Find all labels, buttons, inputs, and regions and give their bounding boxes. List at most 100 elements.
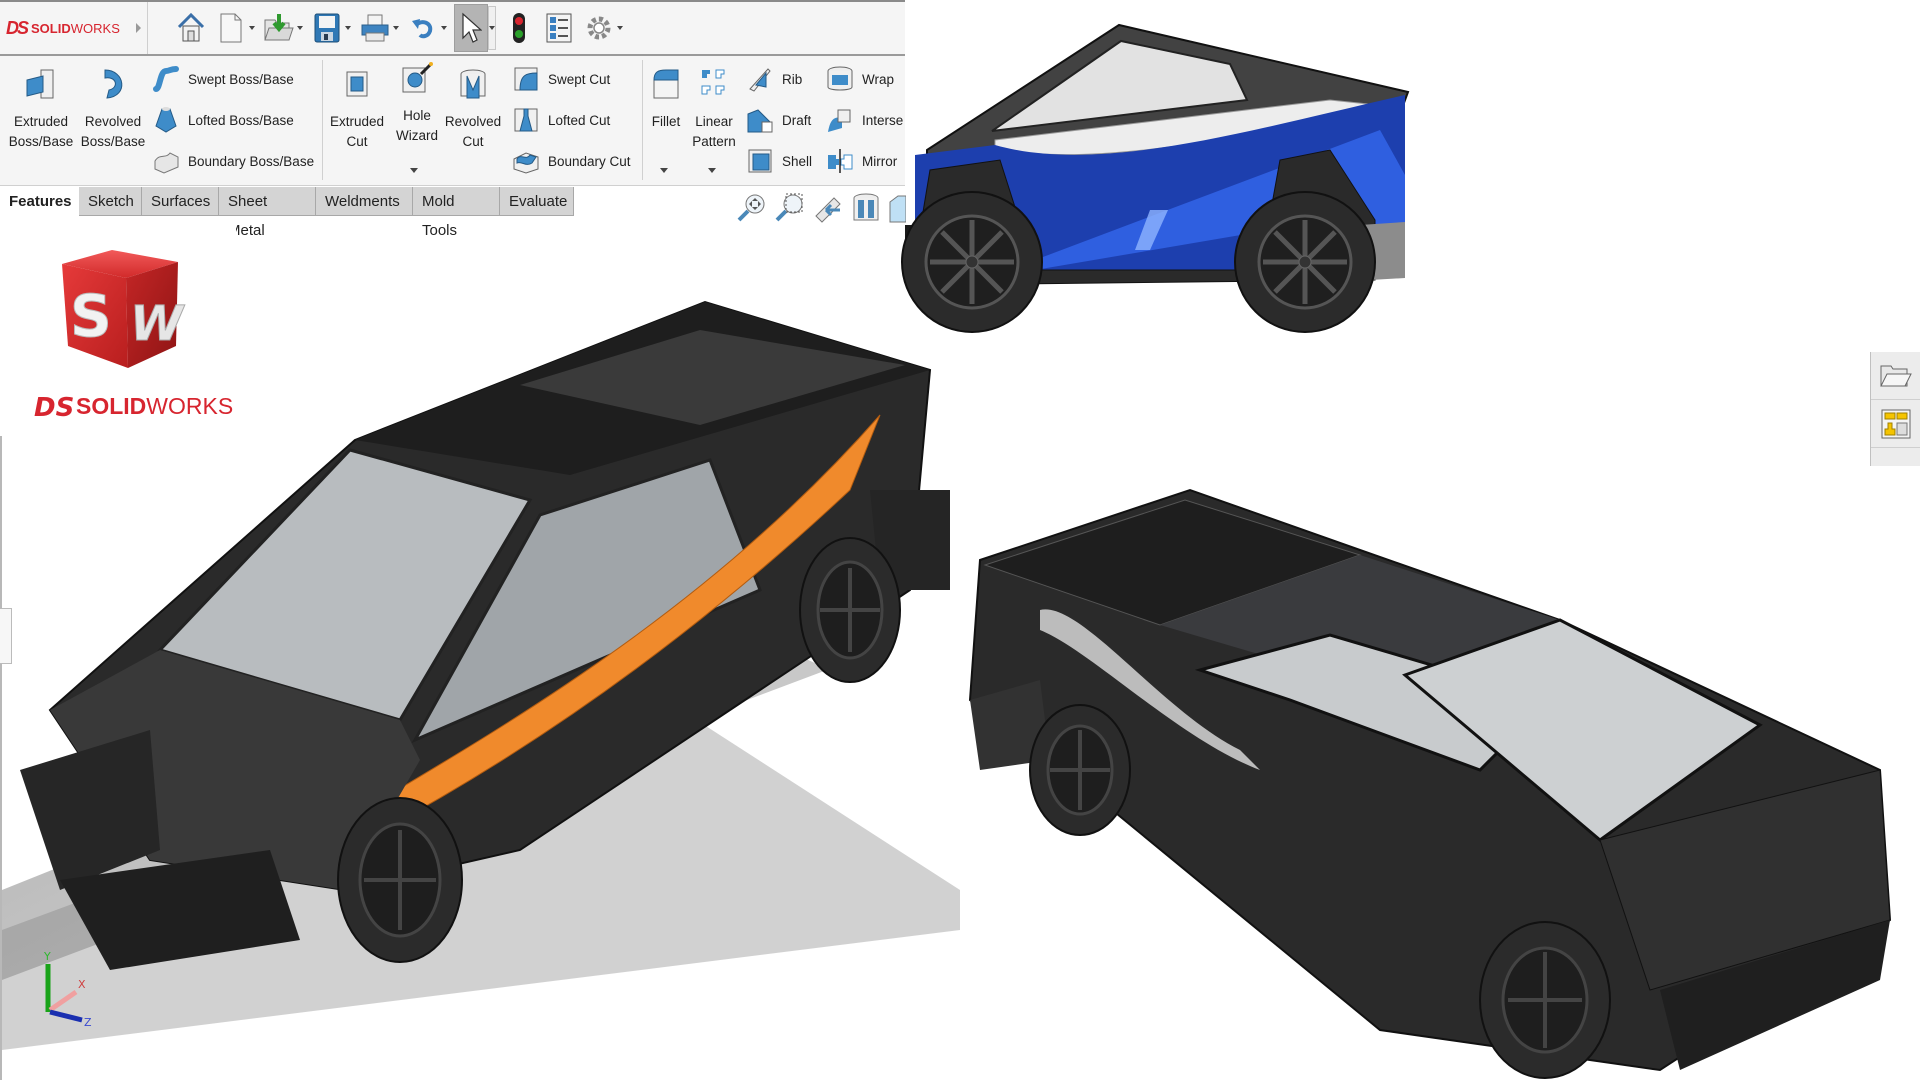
fillet-button[interactable]: Fillet [646, 66, 686, 132]
revolved-cut-button[interactable]: Revolved Cut [444, 66, 502, 152]
rebuild-button[interactable] [502, 8, 536, 48]
list-icon [546, 13, 572, 43]
label: Extruded [13, 114, 69, 129]
zoom-to-area-icon[interactable] [774, 192, 806, 224]
traffic-light-icon [513, 13, 525, 43]
tab-weldments[interactable]: Weldments [316, 187, 413, 216]
group-separator [642, 60, 643, 180]
tab-mold-tools[interactable]: Mold Tools [413, 187, 500, 239]
open-button[interactable] [262, 8, 296, 48]
z-axis-label: Z [84, 1016, 92, 1029]
hole-wizard-dropdown[interactable] [410, 168, 418, 173]
lofted-boss-icon [155, 107, 177, 133]
tab-sheet-metal[interactable]: Sheet Metal [219, 187, 316, 239]
extruded-boss-base-button[interactable]: Extruded Boss/Base [8, 66, 74, 152]
cursor-icon [462, 12, 482, 43]
undo-dropdown[interactable] [440, 8, 448, 48]
label: Mirror [862, 153, 898, 169]
label: Rib [782, 71, 803, 87]
home-icon [177, 13, 205, 42]
print-dropdown[interactable] [392, 8, 400, 48]
rear-wheel [1234, 191, 1376, 333]
label: Wrap [862, 71, 895, 87]
label: Fillet [651, 114, 681, 129]
view-palette-icon [1881, 409, 1911, 438]
open-folder-icon [264, 14, 294, 41]
label: Shell [782, 153, 813, 169]
lofted-cut-icon [514, 108, 538, 132]
draft-button[interactable]: Draft [746, 103, 811, 137]
swept-cut-icon [514, 67, 538, 91]
view-palette-tab[interactable] [1871, 400, 1920, 448]
previous-view-icon[interactable] [812, 192, 844, 224]
boundary-boss-base-button[interactable]: Boundary Boss/Base [152, 144, 314, 178]
cybertruck-rear-iso-view[interactable] [960, 470, 1920, 1080]
tab-evaluate[interactable]: Evaluate [500, 187, 574, 216]
save-dropdown[interactable] [344, 8, 352, 48]
solidworks-menu[interactable]: DS SOLIDWORKS [0, 2, 148, 54]
undo-button[interactable] [406, 8, 440, 48]
linear-pattern-dropdown[interactable] [708, 168, 716, 173]
label: Linear [695, 114, 733, 129]
options-button[interactable] [582, 8, 616, 48]
tab-features[interactable]: Features [0, 187, 79, 216]
lofted-boss-base-button[interactable]: Lofted Boss/Base [152, 103, 294, 137]
file-properties-button[interactable] [542, 8, 576, 48]
front-wheel [1479, 921, 1611, 1079]
wrap-button[interactable]: Wrap [826, 62, 894, 96]
hole-wizard-icon [402, 62, 433, 93]
save-button[interactable] [310, 8, 344, 48]
swept-cut-button[interactable]: Swept Cut [512, 62, 610, 96]
rear-left-wheel [799, 537, 901, 683]
cybertruck-front-iso-view[interactable] [0, 290, 960, 1080]
label: Boundary Boss/Base [188, 153, 315, 169]
command-manager-tabs: Features Sketch Surfaces Sheet Metal Wel… [0, 186, 905, 239]
x-axis [48, 989, 78, 1013]
save-icon [314, 13, 340, 43]
shell-icon [748, 149, 772, 173]
wrap-icon [827, 66, 853, 91]
open-dropdown[interactable] [296, 8, 304, 48]
intersect-button[interactable]: Interse [826, 103, 903, 137]
reference-triad: Y X Z [43, 950, 92, 1029]
boundary-cut-button[interactable]: Boundary Cut [512, 144, 631, 178]
brand-bold: SOLID [31, 20, 71, 36]
label: Hole [403, 108, 431, 123]
cybertruck-side-view[interactable] [900, 0, 1920, 360]
label: Pattern [692, 134, 736, 149]
hole-wizard-button[interactable]: Hole Wizard [392, 60, 442, 146]
fillet-dropdown[interactable] [660, 168, 668, 173]
undo-icon [412, 19, 433, 39]
z-axis [49, 1009, 83, 1023]
home-button[interactable] [174, 8, 208, 48]
swept-boss-base-button[interactable]: Swept Boss/Base [152, 62, 294, 96]
linear-pattern-icon [701, 69, 725, 95]
boundary-boss-icon [154, 152, 179, 174]
shell-button[interactable]: Shell [746, 144, 812, 178]
zoom-to-fit-icon[interactable] [736, 192, 768, 224]
label: Swept Cut [548, 71, 611, 87]
select-button[interactable] [454, 4, 488, 52]
menu-expand-arrow-icon[interactable] [136, 23, 141, 33]
options-dropdown[interactable] [616, 8, 624, 48]
select-dropdown[interactable] [488, 6, 496, 50]
label: Cut [346, 134, 368, 149]
section-view-icon[interactable] [850, 192, 882, 224]
print-button[interactable] [358, 8, 392, 48]
tab-sketch[interactable]: Sketch [79, 187, 142, 216]
revolved-boss-base-button[interactable]: Revolved Boss/Base [80, 66, 146, 152]
label: Cut [462, 134, 484, 149]
mirror-button[interactable]: Mirror [826, 144, 897, 178]
new-dropdown[interactable] [248, 8, 256, 48]
label: Extruded [329, 114, 385, 129]
lofted-cut-button[interactable]: Lofted Cut [512, 103, 610, 137]
label: Draft [782, 112, 812, 128]
tab-surfaces[interactable]: Surfaces [142, 187, 219, 216]
x-axis-label: X [78, 978, 86, 991]
brand-light: WORKS [70, 20, 120, 36]
new-button[interactable] [214, 8, 248, 48]
label: Swept Boss/Base [188, 71, 294, 87]
rib-button[interactable]: Rib [746, 62, 802, 96]
linear-pattern-button[interactable]: Linear Pattern [690, 66, 738, 152]
extruded-cut-button[interactable]: Extruded Cut [324, 66, 390, 152]
